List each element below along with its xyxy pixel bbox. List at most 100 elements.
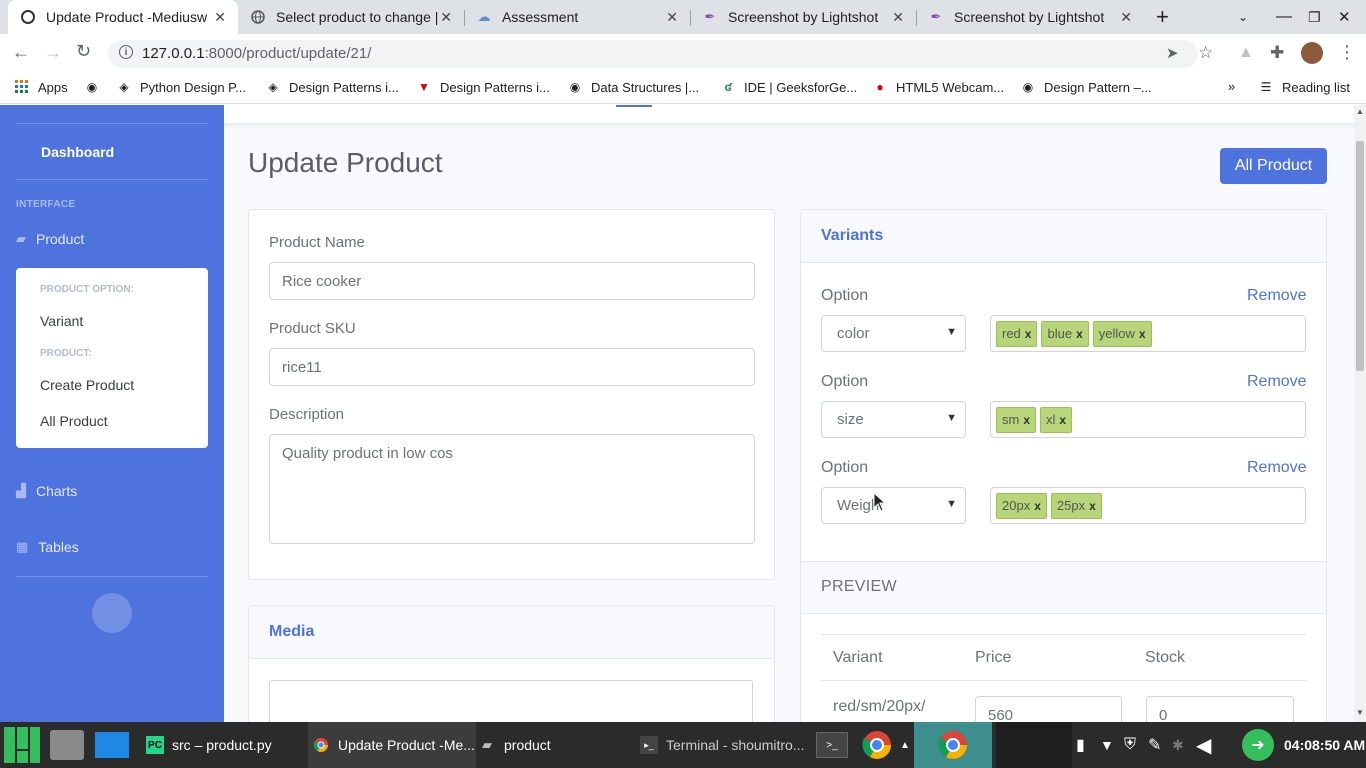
option-tags-input[interactable]: red x blue x yellow x [990, 315, 1306, 352]
close-icon[interactable]: ✕ [1120, 9, 1132, 26]
tab-lightshot-2[interactable]: ✒ Screenshot by Lightshot ✕ [918, 0, 1144, 34]
sidebar-item-tables[interactable]: ▦ Tables [16, 539, 79, 555]
bookmark-design-patterns-1[interactable]: ◈ Design Patterns i... [265, 79, 398, 95]
remove-option-button[interactable]: Remove [1247, 287, 1307, 305]
submenu-item-all-product[interactable]: All Product [40, 413, 108, 429]
bookmark-python-design[interactable]: ◈ Python Design P... [116, 79, 246, 95]
submenu-item-create-product[interactable]: Create Product [40, 377, 134, 393]
window-close-button[interactable]: ✕ [1338, 0, 1351, 34]
option-select[interactable]: color ▼ [821, 315, 966, 352]
workspace-2[interactable] [996, 722, 1072, 768]
workspace-1[interactable] [914, 722, 992, 768]
description-textarea[interactable]: Quality product in low cos [269, 434, 755, 544]
bookmarks-overflow[interactable]: » [1228, 79, 1235, 94]
paperclip-icon[interactable]: ✎ [1148, 722, 1161, 768]
tag-remove-icon[interactable]: x [1059, 413, 1066, 427]
sidebar-item-charts[interactable]: ▟ Charts [16, 483, 77, 499]
restore-icon: ❐ [1308, 8, 1321, 25]
bluetooth-icon[interactable]: ✱ [1172, 722, 1184, 768]
send-icon[interactable]: ➤ [1166, 44, 1179, 62]
close-icon[interactable]: ✕ [892, 9, 904, 26]
sidebar-item-dashboard[interactable]: Dashboard [41, 144, 114, 160]
shield-icon[interactable]: ⛨ [1124, 722, 1136, 768]
submenu-item-variant[interactable]: Variant [40, 313, 83, 329]
bookmark-star-icon[interactable]: ☆ [1198, 43, 1213, 63]
scroll-up-icon[interactable]: ▲ [1356, 107, 1364, 116]
product-sku-input[interactable]: rice11 [269, 348, 755, 386]
close-icon[interactable]: ✕ [214, 9, 226, 26]
bookmark-data-structures[interactable]: ◉ Data Structures |... [567, 79, 699, 95]
bookmark-geeksforgeeks[interactable]: ʛ IDE | GeeksforGe... [720, 79, 857, 95]
profile-avatar[interactable] [1301, 42, 1323, 64]
forward-arrow-icon[interactable]: → [44, 42, 62, 63]
option-select[interactable]: Weight ▼ [821, 487, 966, 524]
option-tags-input[interactable]: sm x xl x [990, 401, 1306, 438]
session-button[interactable]: ➜ [1242, 722, 1274, 768]
back-arrow-icon[interactable]: ← [12, 42, 30, 63]
product-name-input[interactable]: Rice cooker [269, 262, 755, 300]
taskbar-item-terminal[interactable]: ▸_ Terminal - shoumitro... [640, 722, 804, 768]
sidebar-toggle-button[interactable] [92, 593, 132, 633]
globe-icon: ◉ [1022, 80, 1034, 94]
tag-remove-icon[interactable]: x [1034, 499, 1041, 513]
extension-icon[interactable]: ▲ [1238, 44, 1254, 62]
scroll-down-icon[interactable]: ▼ [1356, 708, 1364, 717]
media-dropzone[interactable] [269, 680, 753, 722]
bookmark-design-pattern[interactable]: ◉ Design Pattern –... [1020, 79, 1152, 95]
sidebar-item-product[interactable]: ▰ Product [16, 231, 84, 247]
tag-remove-icon[interactable]: x [1023, 413, 1030, 427]
url-text: 127.0.0.1:8000/product/update/21/ [142, 45, 372, 62]
info-icon[interactable]: i [119, 45, 133, 59]
tag-chip: blue x [1041, 320, 1089, 347]
option-tags-input[interactable]: 20px x 25px x [990, 487, 1306, 524]
close-icon[interactable]: ✕ [666, 9, 678, 26]
taskbar-item-chrome[interactable]: Update Product -Me... [308, 722, 476, 768]
terminal-launcher[interactable]: >_ [816, 722, 848, 768]
tab-update-product[interactable]: Update Product -Mediusw ✕ [8, 0, 238, 34]
manjaro-menu-button[interactable] [2, 722, 42, 768]
tag-remove-icon[interactable]: x [1089, 499, 1096, 513]
menu-kebab-icon[interactable]: ⋮ [1338, 42, 1356, 63]
product-form-card: Product Name Rice cooker Product SKU ric… [248, 209, 775, 580]
reading-list[interactable]: ☰ Reading list [1258, 79, 1350, 95]
scrollbar-thumb[interactable] [1356, 141, 1364, 371]
globe-icon: ◉ [86, 80, 98, 94]
minimize-button[interactable]: — [1276, 0, 1292, 34]
tab-select-product[interactable]: Select product to change | ✕ [240, 0, 464, 34]
close-icon[interactable]: ✕ [440, 9, 452, 26]
chrome-launcher[interactable] [862, 722, 892, 768]
new-tab-button[interactable]: + [1156, 0, 1178, 34]
wifi-icon[interactable]: ▼ [1100, 722, 1114, 768]
page-scrollbar[interactable]: ▲ ▼ [1354, 105, 1366, 722]
file-manager-launcher[interactable] [50, 722, 84, 768]
bookmark-html5-webcam[interactable]: ● HTML5 Webcam... [872, 79, 1004, 95]
option-select[interactable]: size ▼ [821, 401, 966, 438]
all-product-button[interactable]: All Product [1220, 148, 1327, 184]
bookmark-design-patterns-2[interactable]: ▼ Design Patterns i... [416, 79, 550, 95]
remove-option-button[interactable]: Remove [1247, 459, 1307, 477]
taskbar-item-product-folder[interactable]: ▰ product [478, 722, 551, 768]
logout-icon: ➜ [1242, 729, 1274, 761]
bookmark-globe[interactable]: ◉ [84, 79, 108, 95]
taskbar-item-pycharm[interactable]: PC src – product.py [146, 722, 272, 768]
tag-remove-icon[interactable]: x [1139, 327, 1146, 341]
address-bar[interactable]: i 127.0.0.1:8000/product/update/21/ ➤ ☆ [108, 40, 1213, 68]
price-input[interactable]: 560 [975, 696, 1122, 722]
tab-lightshot-1[interactable]: ✒ Screenshot by Lightshot ✕ [692, 0, 916, 34]
tag-chip: 20px x [996, 492, 1047, 519]
puzzle-icon[interactable]: ✚ [1270, 43, 1284, 63]
remove-option-button[interactable]: Remove [1247, 373, 1307, 391]
restore-button[interactable]: ❐ [1308, 0, 1321, 34]
tag-remove-icon[interactable]: x [1025, 327, 1032, 341]
tab-search-button[interactable]: ⌄ [1238, 0, 1248, 34]
tag-remove-icon[interactable]: x [1076, 327, 1083, 341]
bookmark-apps[interactable]: Apps [14, 79, 68, 95]
launcher-chevron[interactable]: ▲ [900, 722, 910, 768]
desktop-launcher[interactable] [95, 722, 129, 768]
tab-assessment[interactable]: ☁ Assessment ✕ [466, 0, 690, 34]
stock-input[interactable]: 0 [1146, 696, 1294, 722]
reload-icon[interactable]: ↻ [76, 41, 91, 62]
battery-icon[interactable]: ▮ [1076, 722, 1085, 768]
volume-icon[interactable]: ◀ [1196, 722, 1211, 768]
globe-icon [250, 9, 266, 25]
